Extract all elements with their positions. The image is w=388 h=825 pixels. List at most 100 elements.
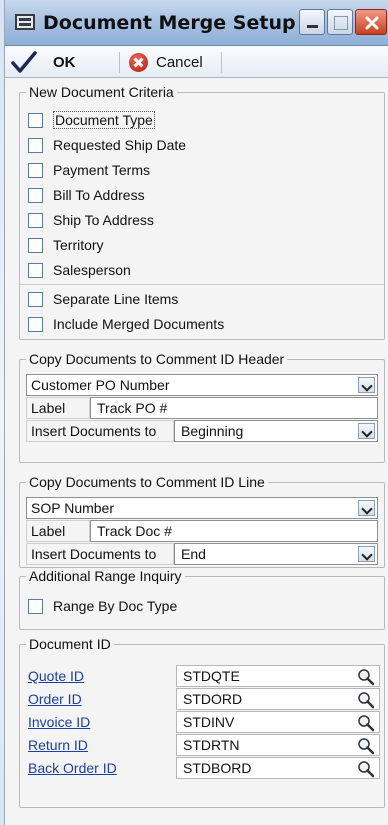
select-value: SOP Number [31, 500, 114, 516]
checkbox[interactable] [28, 112, 43, 128]
criteria-payment-terms[interactable]: Payment Terms [28, 159, 150, 181]
cancel-icon [129, 52, 148, 72]
checkbox-label: Document Type [53, 111, 155, 129]
window-title: Document Merge Setup [43, 12, 296, 34]
toolbar: OK Cancel [5, 46, 388, 78]
checkmark-icon [11, 51, 37, 73]
minimize-button[interactable] [299, 9, 325, 35]
criteria-territory[interactable]: Territory [28, 234, 104, 256]
checkbox[interactable] [28, 598, 43, 614]
close-icon [365, 16, 379, 30]
line-field-select[interactable]: SOP Number [26, 497, 378, 519]
lookup-magnifier-icon[interactable] [357, 737, 375, 755]
dialog-content: New Document Criteria Document Type Requ… [5, 78, 388, 825]
checkbox[interactable] [28, 291, 43, 307]
quote-id-field[interactable]: STDQTE [176, 665, 380, 687]
lookup-magnifier-icon[interactable] [357, 668, 375, 686]
checkbox-label: Bill To Address [53, 187, 145, 203]
checkbox[interactable] [28, 162, 43, 178]
window-app-icon [15, 14, 35, 30]
group-legend: Copy Documents to Comment ID Header [26, 351, 288, 367]
invoice-id-row: Invoice ID STDINV [28, 711, 380, 733]
cancel-button-label: Cancel [156, 53, 203, 71]
checkbox-label: Territory [53, 237, 104, 253]
back-order-id-row: Back Order ID STDBORD [28, 757, 380, 779]
quote-id-link[interactable]: Quote ID [28, 668, 84, 684]
lookup-magnifier-icon[interactable] [357, 691, 375, 709]
back-order-id-field[interactable]: STDBORD [176, 757, 380, 779]
toolbar-separator [221, 52, 222, 73]
checkbox[interactable] [28, 212, 43, 228]
group-border-line [310, 482, 374, 483]
checkbox-label: Salesperson [53, 262, 131, 278]
field-value: STDRTN [183, 737, 240, 753]
group-border-line [138, 644, 374, 645]
field-value: STDQTE [183, 668, 240, 684]
range-by-doc-type-option[interactable]: Range By Doc Type [28, 595, 177, 617]
line-label-row: Label Track Doc # [26, 520, 378, 542]
line-label-input[interactable]: Track Doc # [90, 520, 378, 542]
select-value: Beginning [181, 423, 244, 439]
field-value: STDINV [183, 714, 235, 730]
group-legend: Copy Documents to Comment ID Line [26, 474, 268, 490]
invoice-id-link[interactable]: Invoice ID [28, 714, 90, 730]
insert-documents-caption: Insert Documents to [26, 543, 174, 565]
checkbox[interactable] [28, 316, 43, 332]
checkbox-label: Separate Line Items [53, 291, 179, 307]
line-insert-row: Insert Documents to End [26, 543, 378, 565]
checkbox[interactable] [28, 187, 43, 203]
back-order-id-link[interactable]: Back Order ID [28, 760, 117, 776]
checkbox[interactable] [28, 137, 43, 153]
lookup-magnifier-icon[interactable] [357, 714, 375, 732]
line-insert-select[interactable]: End [174, 543, 378, 565]
criteria-ship-to-address[interactable]: Ship To Address [28, 209, 154, 231]
group-legend: New Document Criteria [26, 84, 177, 100]
checkbox-label: Ship To Address [53, 212, 154, 228]
checkbox-label: Payment Terms [53, 162, 150, 178]
checkbox[interactable] [28, 237, 43, 253]
line-field-row: SOP Number [26, 497, 378, 519]
chevron-down-icon[interactable] [358, 377, 375, 393]
new-document-criteria-group: New Document Criteria Document Type Requ… [19, 84, 385, 340]
header-insert-select[interactable]: Beginning [174, 420, 378, 442]
cancel-button[interactable]: Cancel [129, 46, 203, 78]
chevron-down-icon[interactable] [358, 423, 375, 439]
group-legend: Additional Range Inquiry [26, 568, 185, 584]
comment-id-header-group: Copy Documents to Comment ID Header Cust… [19, 351, 385, 463]
separate-line-items-option[interactable]: Separate Line Items [28, 288, 178, 310]
return-id-row: Return ID STDRTN [28, 734, 380, 756]
return-id-link[interactable]: Return ID [28, 737, 88, 753]
group-border-line [256, 92, 374, 93]
criteria-bill-to-address[interactable]: Bill To Address [28, 184, 145, 206]
header-label-input[interactable]: Track PO # [90, 397, 378, 419]
invoice-id-field[interactable]: STDINV [176, 711, 380, 733]
header-field-select[interactable]: Customer PO Number [26, 374, 378, 396]
order-id-link[interactable]: Order ID [28, 691, 82, 707]
toolbar-separator [119, 52, 120, 73]
order-id-field[interactable]: STDORD [176, 688, 380, 710]
group-legend: Document ID [26, 636, 114, 652]
lookup-magnifier-icon[interactable] [357, 760, 375, 778]
include-merged-documents-option[interactable]: Include Merged Documents [28, 313, 224, 335]
comment-id-line-group: Copy Documents to Comment ID Line SOP Nu… [19, 474, 385, 568]
criteria-document-type[interactable]: Document Type [28, 109, 155, 131]
ok-button[interactable]: OK [11, 46, 76, 78]
select-value: Customer PO Number [31, 377, 170, 393]
checkbox[interactable] [28, 262, 43, 278]
order-id-row: Order ID STDORD [28, 688, 380, 710]
close-button[interactable] [355, 9, 387, 35]
header-insert-row: Insert Documents to Beginning [26, 420, 378, 442]
ok-button-label: OK [53, 53, 76, 71]
header-label-row: Label Track PO # [26, 397, 378, 419]
document-id-group: Document ID Quote ID STDQTE Order ID STD… [19, 636, 385, 808]
criteria-requested-ship-date[interactable]: Requested Ship Date [28, 134, 186, 156]
group-border-line [232, 576, 374, 577]
label-caption: Label [26, 397, 90, 419]
chevron-down-icon[interactable] [358, 500, 375, 516]
criteria-divider [20, 284, 384, 285]
criteria-salesperson[interactable]: Salesperson [28, 259, 131, 281]
return-id-field[interactable]: STDRTN [176, 734, 380, 756]
maximize-button[interactable] [327, 9, 353, 35]
chevron-down-icon[interactable] [358, 546, 375, 562]
checkbox-label: Requested Ship Date [53, 137, 187, 153]
